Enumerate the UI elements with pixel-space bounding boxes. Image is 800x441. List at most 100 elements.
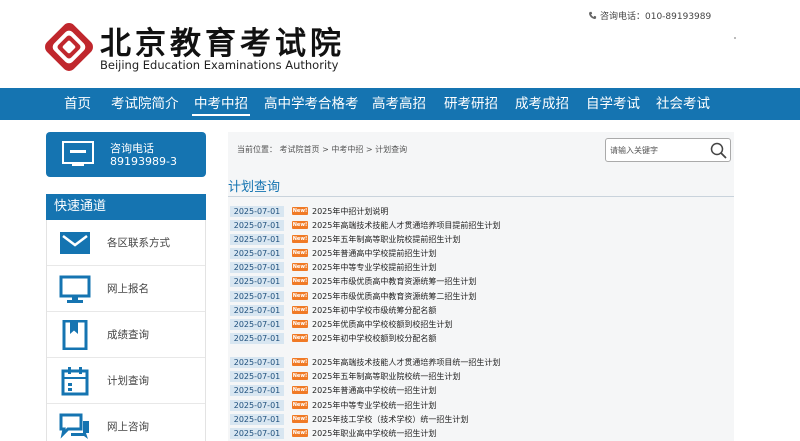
quick-item-label: 各区联系方式 (107, 237, 170, 249)
new-badge: New! (292, 429, 308, 437)
quick-item-label: 成绩查询 (107, 329, 149, 341)
new-badge: New! (292, 292, 308, 300)
chat-icon (59, 413, 89, 439)
new-badge: New! (292, 306, 308, 314)
new-badge: New! (292, 207, 308, 215)
hotline-text: 咨询电话：010-89193989 (600, 12, 712, 22)
quick-item-score-query[interactable]: 成绩查询 (47, 312, 205, 358)
header-hotline: 咨询电话：010-89193989 (588, 9, 711, 22)
news-title[interactable]: 2025年市级优质高中教育资源统筹二招生计划 (312, 291, 476, 302)
news-date: 2025-07-01 (230, 247, 284, 259)
new-badge: New! (292, 401, 308, 409)
search-input[interactable] (610, 141, 706, 159)
new-badge: New! (292, 235, 308, 243)
site-header: 北京教育考试院 Beijing Education Examinations A… (0, 0, 800, 88)
news-item[interactable]: 2025-07-01 New! 2025年高端技术技能人才贯通培养项目提前招生计划 (230, 219, 500, 231)
main-nav: 首页 考试院简介 中考中招 高中学考合格考 高考高招 研考研招 成考成招 自学考… (0, 88, 800, 120)
news-item[interactable]: 2025-07-01 New! 2025年普通高中学校统一招生计划 (230, 384, 436, 396)
news-date: 2025-07-01 (230, 304, 284, 316)
news-title[interactable]: 2025年中等专业学校统一招生计划 (312, 400, 436, 411)
hotline-card-number: 89193989-3 (110, 155, 177, 168)
nav-gaokao[interactable]: 高考高招 (372, 88, 426, 120)
news-title[interactable]: 2025年职业高中学校统一招生计划 (312, 428, 436, 439)
new-badge: New! (292, 358, 308, 366)
mail-icon (60, 232, 90, 254)
logo-title-cn[interactable]: 北京教育考试院 (100, 18, 345, 63)
bookmark-icon (62, 320, 88, 350)
search-icon[interactable] (710, 142, 727, 159)
quick-item-label: 网上报名 (107, 283, 149, 295)
phone-icon (589, 11, 597, 20)
new-badge: New! (292, 415, 308, 423)
nav-zikao[interactable]: 自学考试 (586, 88, 640, 120)
main-content: 当前位置： 考试院首页 > 中考中招 > 计划查询 计划查询 2025-07-0… (228, 132, 734, 441)
news-title[interactable]: 2025年技工学校（技术学校）统一招生计划 (312, 414, 468, 425)
news-date: 2025-07-01 (230, 399, 284, 411)
quick-item-plan-query[interactable]: 计划查询 (47, 358, 205, 404)
news-date: 2025-07-01 (230, 384, 284, 396)
nav-about[interactable]: 考试院简介 (111, 88, 179, 120)
news-title[interactable]: 2025年五年制高等职业院校提前招生计划 (312, 234, 460, 245)
news-title[interactable]: 2025年普通高中学校统一招生计划 (312, 385, 436, 396)
new-badge: New! (292, 334, 308, 342)
nav-zhongkao[interactable]: 中考中招 (192, 88, 250, 120)
nav-home[interactable]: 首页 (64, 88, 91, 120)
monitor-card-icon (62, 141, 94, 166)
news-date: 2025-07-01 (230, 370, 284, 382)
news-title[interactable]: 2025年中招计划说明 (312, 206, 388, 217)
news-item[interactable]: 2025-07-01 New! 2025年高端技术技能人才贯通培养项目统一招生计划 (230, 356, 500, 368)
news-item[interactable]: 2025-07-01 New! 2025年中等专业学校统一招生计划 (230, 399, 436, 411)
nav-shehui[interactable]: 社会考试 (656, 88, 710, 120)
quick-item-district-contacts[interactable]: 各区联系方式 (47, 220, 205, 266)
hotline-card-title: 咨询电话 (110, 142, 154, 155)
news-title[interactable]: 2025年初中学校校额到校分配名额 (312, 333, 436, 344)
news-item[interactable]: 2025-07-01 New! 2025年职业高中学校统一招生计划 (230, 427, 436, 439)
news-date: 2025-07-01 (230, 318, 284, 330)
news-title[interactable]: 2025年初中学校市级统筹分配名额 (312, 305, 436, 316)
news-item[interactable]: 2025-07-01 New! 2025年初中学校校额到校分配名额 (230, 332, 436, 344)
news-item[interactable]: 2025-07-01 New! 2025年优质高中学校校额到校招生计划 (230, 318, 452, 330)
nav-xuekao[interactable]: 高中学考合格考 (264, 88, 359, 120)
news-title[interactable]: 2025年高端技术技能人才贯通培养项目统一招生计划 (312, 357, 500, 368)
new-badge: New! (292, 221, 308, 229)
news-title[interactable]: 2025年五年制高等职业院校统一招生计划 (312, 371, 460, 382)
news-item[interactable]: 2025-07-01 New! 2025年五年制高等职业院校提前招生计划 (230, 233, 460, 245)
calendar-icon (61, 367, 89, 396)
quick-item-online-consult[interactable]: 网上咨询 (47, 404, 205, 441)
news-title[interactable]: 2025年高端技术技能人才贯通培养项目提前招生计划 (312, 220, 500, 231)
new-badge: New! (292, 386, 308, 394)
news-item[interactable]: 2025-07-01 New! 2025年技工学校（技术学校）统一招生计划 (230, 413, 468, 425)
news-title[interactable]: 2025年优质高中学校校额到校招生计划 (312, 319, 452, 330)
news-item[interactable]: 2025-07-01 New! 2025年普通高中学校提前招生计划 (230, 247, 436, 259)
news-title[interactable]: 2025年市级优质高中教育资源统筹一招生计划 (312, 276, 476, 287)
news-item[interactable]: 2025-07-01 New! 2025年中等专业学校提前招生计划 (230, 261, 436, 273)
new-badge: New! (292, 372, 308, 380)
new-badge: New! (292, 320, 308, 328)
logo-title-en: Beijing Education Examinations Authority (100, 58, 339, 72)
logo-icon[interactable] (44, 22, 94, 72)
news-item[interactable]: 2025-07-01 New! 2025年中招计划说明 (230, 205, 388, 217)
hotline-card[interactable]: 咨询电话 89193989-3 (46, 132, 206, 177)
news-item[interactable]: 2025-07-01 New! 2025年市级优质高中教育资源统筹二招生计划 (230, 290, 476, 302)
nav-yankao[interactable]: 研考研招 (444, 88, 498, 120)
news-item[interactable]: 2025-07-01 New! 2025年五年制高等职业院校统一招生计划 (230, 370, 460, 382)
news-date: 2025-07-01 (230, 205, 284, 217)
news-date: 2025-07-01 (230, 356, 284, 368)
news-date: 2025-07-01 (230, 290, 284, 302)
news-title[interactable]: 2025年中等专业学校提前招生计划 (312, 262, 436, 273)
news-item[interactable]: 2025-07-01 New! 2025年初中学校市级统筹分配名额 (230, 304, 436, 316)
breadcrumb: 当前位置： 考试院首页 > 中考中招 > 计划查询 (237, 145, 408, 154)
quick-access-title: 快速通道 (46, 194, 206, 220)
nav-chengkao[interactable]: 成考成招 (515, 88, 569, 120)
quick-item-label: 计划查询 (107, 375, 149, 387)
quick-item-online-registration[interactable]: 网上报名 (47, 266, 205, 312)
decorative-dot (734, 37, 736, 39)
search-box (605, 138, 731, 162)
news-title[interactable]: 2025年普通高中学校提前招生计划 (312, 248, 436, 259)
news-date: 2025-07-01 (230, 275, 284, 287)
new-badge: New! (292, 263, 308, 271)
news-item[interactable]: 2025-07-01 New! 2025年市级优质高中教育资源统筹一招生计划 (230, 275, 476, 287)
news-date: 2025-07-01 (230, 219, 284, 231)
quick-access-list: 各区联系方式 网上报名 成绩查询 计划查询 网上咨询 (46, 220, 206, 441)
news-date: 2025-07-01 (230, 427, 284, 439)
